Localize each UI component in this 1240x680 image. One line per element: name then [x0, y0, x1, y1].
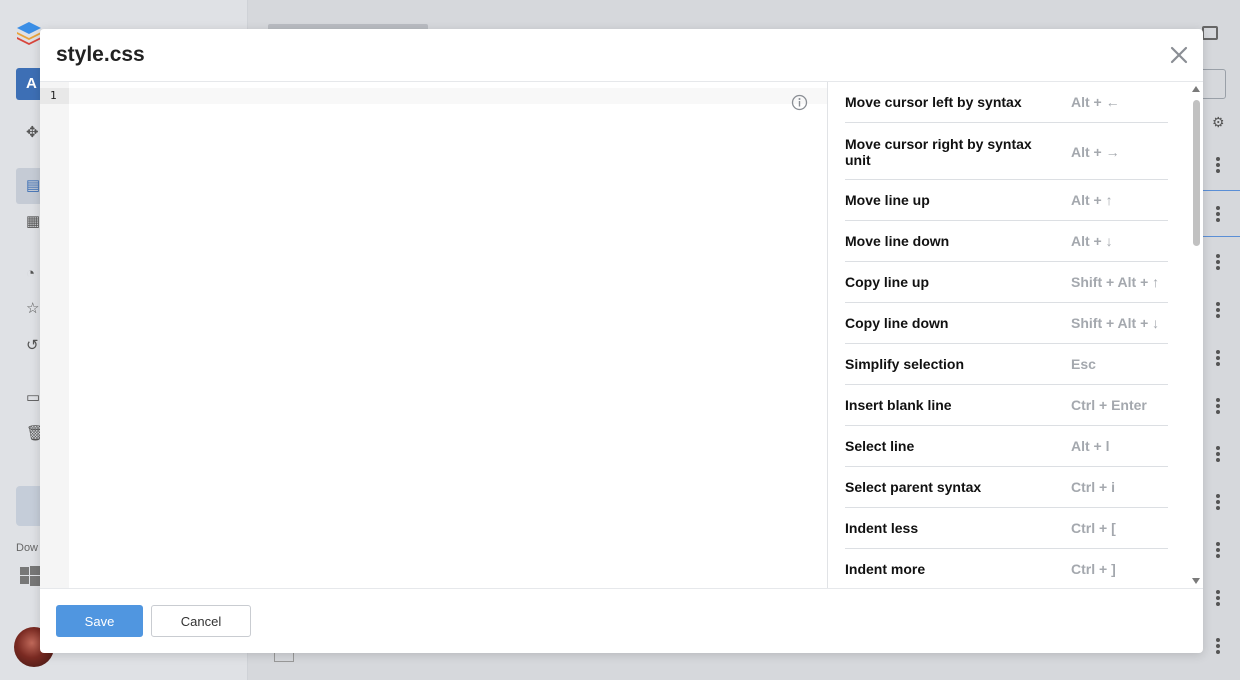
scroll-down-icon[interactable]	[1192, 578, 1200, 584]
shortcut-label: Indent more	[845, 561, 926, 577]
download-label: Dow	[16, 542, 39, 554]
windows-icon[interactable]	[20, 566, 40, 586]
more-icon[interactable]	[1216, 157, 1220, 173]
shortcut-keys: Alt + l	[1071, 438, 1110, 454]
row-divider	[1202, 236, 1240, 237]
more-icon[interactable]	[1216, 398, 1220, 414]
shortcut-row: Indent more Ctrl + ]	[845, 549, 1168, 588]
shortcut-row: Copy line up Shift + Alt + ↑	[845, 262, 1168, 303]
shortcut-row: Indent less Ctrl + [	[845, 508, 1168, 549]
shortcut-label: Move cursor right by syntax unit	[845, 136, 1032, 168]
shortcut-keys: Alt + ←	[1071, 94, 1120, 110]
modal-header: style.css	[40, 29, 1203, 82]
line-number: 1	[40, 88, 69, 104]
shortcut-row: Insert blank line Ctrl + Enter	[845, 385, 1168, 426]
editor-text-area[interactable]	[69, 82, 827, 588]
shortcut-keys: Alt + ↑	[1071, 192, 1113, 208]
shortcut-label: Move line down	[845, 233, 950, 249]
scroll-thumb[interactable]	[1193, 100, 1200, 246]
more-icon[interactable]	[1216, 638, 1220, 654]
more-icon[interactable]	[1216, 350, 1220, 366]
more-icon[interactable]	[1216, 446, 1220, 462]
modal-title: style.css	[56, 43, 145, 66]
shortcut-keys: Alt + →	[1071, 144, 1120, 160]
cancel-button[interactable]: Cancel	[151, 605, 251, 637]
shortcuts-scrollbar[interactable]	[1190, 82, 1203, 588]
scroll-up-icon[interactable]	[1192, 86, 1200, 92]
shortcut-keys: Ctrl + Enter	[1071, 397, 1147, 413]
more-icon[interactable]	[1216, 254, 1220, 270]
save-button[interactable]: Save	[56, 605, 143, 637]
app-logo-icon	[17, 22, 41, 45]
more-icon[interactable]	[1216, 494, 1220, 510]
shortcut-row: Simplify selection Esc	[845, 344, 1168, 385]
close-icon[interactable]	[1169, 45, 1189, 65]
file-editor-modal: style.css 1 Move cursor left by syntax A…	[40, 29, 1203, 653]
row-divider	[1202, 190, 1240, 191]
modal-footer: Save Cancel	[40, 588, 1203, 653]
line-gutter	[40, 82, 69, 588]
shortcut-label: Select line	[845, 438, 915, 454]
shortcut-row: Move cursor right by syntax unit Alt + →	[845, 123, 1168, 180]
shortcut-row: Select parent syntax Ctrl + i	[845, 467, 1168, 508]
shortcut-label: Copy line up	[845, 274, 929, 290]
gear-icon[interactable]: ⚙	[1212, 114, 1225, 131]
shortcut-label: Indent less	[845, 520, 919, 536]
shortcut-keys: Shift + Alt + ↓	[1071, 315, 1160, 331]
more-icon[interactable]	[1216, 590, 1220, 606]
shortcut-row: Copy line down Shift + Alt + ↓	[845, 303, 1168, 344]
info-icon[interactable]	[791, 94, 808, 111]
shortcut-keys: Shift + Alt + ↑	[1071, 274, 1160, 290]
shortcut-label: Move line up	[845, 192, 930, 208]
shortcut-keys: Ctrl + ]	[1071, 561, 1116, 577]
shortcut-row: Select line Alt + l	[845, 426, 1168, 467]
shortcut-label: Copy line down	[845, 315, 949, 331]
shortcut-label: Simplify selection	[845, 356, 965, 372]
shortcut-row: Move cursor left by syntax Alt + ←	[845, 82, 1168, 123]
code-editor[interactable]: 1	[40, 82, 828, 588]
more-icon[interactable]	[1216, 302, 1220, 318]
shortcut-row: Move line down Alt + ↓	[845, 221, 1168, 262]
shortcuts-panel: Move cursor left by syntax Alt + ← Move …	[829, 82, 1192, 588]
shortcut-keys: Ctrl + [	[1071, 520, 1116, 536]
panel-toggle-icon[interactable]	[1202, 26, 1218, 40]
shortcut-label: Select parent syntax	[845, 479, 982, 495]
shortcut-keys: Ctrl + i	[1071, 479, 1115, 495]
more-icon[interactable]	[1216, 206, 1220, 222]
more-icon[interactable]	[1216, 542, 1220, 558]
shortcut-keys: Alt + ↓	[1071, 233, 1113, 249]
shortcut-keys: Esc	[1071, 356, 1096, 372]
shortcut-label: Insert blank line	[845, 397, 952, 413]
shortcut-label: Move cursor left by syntax	[845, 94, 1022, 110]
shortcut-row: Move line up Alt + ↑	[845, 180, 1168, 221]
